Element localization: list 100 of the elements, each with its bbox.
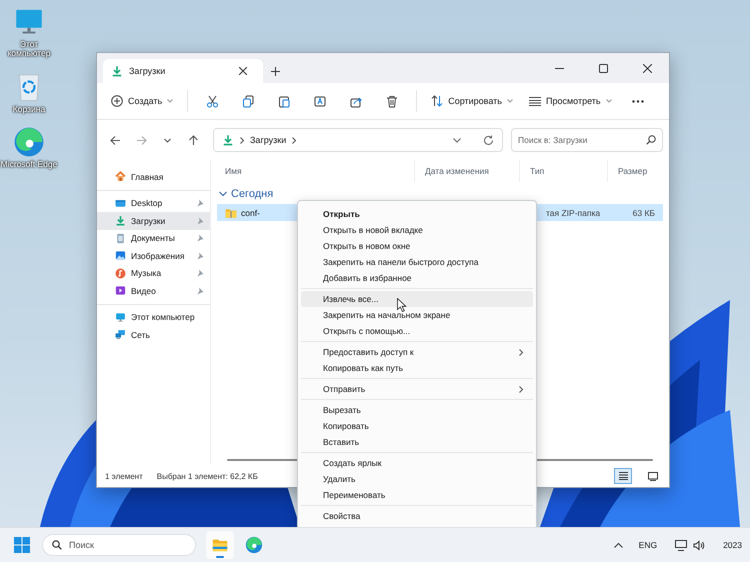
taskbar-app-button[interactable] bbox=[206, 531, 234, 559]
sort-icon bbox=[431, 95, 444, 107]
close-icon bbox=[239, 67, 247, 75]
plus-icon bbox=[270, 66, 280, 76]
network-icon bbox=[115, 329, 126, 340]
copy-icon bbox=[242, 94, 254, 108]
picture-icon bbox=[115, 250, 126, 262]
create-button[interactable]: Создать bbox=[105, 88, 180, 114]
column-header[interactable]: Имя bbox=[215, 160, 415, 182]
menu-item[interactable]: Копировать как путь bbox=[301, 360, 533, 376]
download-arrow-icon bbox=[111, 65, 123, 77]
music-note-icon bbox=[115, 268, 126, 279]
language-indicator[interactable]: ENG bbox=[638, 540, 658, 550]
window-tab[interactable]: Загрузки bbox=[103, 59, 263, 83]
chevron-right-icon bbox=[292, 136, 296, 144]
sidebar-item[interactable]: Этот компьютер bbox=[97, 308, 210, 326]
chevron-right-icon bbox=[240, 136, 244, 144]
video-icon bbox=[115, 285, 126, 296]
document-icon bbox=[115, 232, 126, 244]
sidebar-item[interactable]: Видео bbox=[97, 282, 210, 300]
search-icon bbox=[646, 135, 656, 145]
file-name: conf- bbox=[241, 208, 260, 218]
menu-item[interactable]: Открыть в новой вкладке bbox=[301, 222, 533, 238]
file-type: тая ZIP-папка bbox=[545, 208, 602, 218]
up-arrow-icon bbox=[188, 134, 198, 146]
item-count: 1 элемент bbox=[105, 472, 143, 480]
maximize-icon bbox=[598, 64, 608, 72]
sidebar-item[interactable]: Музыка bbox=[97, 264, 210, 282]
menu-item[interactable]: Вставить bbox=[301, 434, 533, 450]
zip-folder-icon bbox=[225, 206, 237, 218]
lines-icon bbox=[618, 472, 628, 480]
details-view-button[interactable] bbox=[615, 469, 631, 483]
swirl-browser-icon bbox=[245, 536, 263, 554]
trash-icon bbox=[386, 94, 398, 108]
menu-item[interactable]: Закрепить на панели быстрого доступа bbox=[301, 254, 533, 270]
sidebar-item[interactable]: Изображения bbox=[97, 247, 210, 264]
group-header[interactable]: Сегодня bbox=[231, 188, 274, 200]
refresh-icon bbox=[483, 134, 494, 146]
selection-info: Выбран 1 элемент: 62,2 КБ bbox=[156, 472, 258, 480]
network-icon[interactable] bbox=[675, 540, 688, 550]
monitor-icon bbox=[648, 472, 658, 480]
desktop-folder-icon bbox=[115, 198, 126, 209]
taskbar-search-field[interactable]: Поиск bbox=[42, 534, 196, 556]
tiles-view-button[interactable] bbox=[645, 469, 661, 483]
menu-item[interactable]: Удалить bbox=[301, 471, 533, 487]
desktop-icon-label: Microsoft Edge bbox=[0, 160, 58, 170]
lines-icon bbox=[528, 96, 541, 106]
download-arrow-icon bbox=[115, 215, 126, 226]
column-header[interactable]: Размер bbox=[608, 160, 665, 182]
speaker-icon[interactable] bbox=[693, 540, 706, 550]
menu-item[interactable]: Закрепить на начальном экране bbox=[301, 307, 533, 323]
menu-item[interactable]: Свойства bbox=[301, 508, 533, 524]
sidebar-item[interactable]: Главная bbox=[97, 168, 210, 186]
swirl-browser-icon[interactable] bbox=[13, 126, 45, 158]
share-icon bbox=[350, 94, 362, 108]
menu-item[interactable]: Открыть bbox=[301, 206, 533, 222]
menu-item[interactable]: Копировать bbox=[301, 418, 533, 434]
scissors-icon bbox=[206, 94, 218, 108]
menu-item[interactable]: Добавить в избранное bbox=[301, 270, 533, 286]
right-arrow-icon bbox=[136, 134, 146, 146]
sidebar-item[interactable]: Desktop bbox=[97, 194, 210, 212]
tab-label: Загрузки bbox=[129, 66, 166, 76]
search-icon bbox=[52, 540, 62, 550]
breadcrumb-item[interactable]: Загрузки bbox=[250, 135, 286, 145]
left-arrow-icon bbox=[110, 134, 120, 146]
windows-logo-icon bbox=[14, 537, 30, 553]
menu-item[interactable]: Переименовать bbox=[301, 487, 533, 503]
sidebar-item[interactable]: Загрузки bbox=[97, 212, 210, 230]
plus-circle-icon bbox=[111, 95, 123, 107]
view-button[interactable]: Просмотреть bbox=[522, 88, 618, 114]
caret-icon bbox=[167, 99, 174, 103]
chevron-down-icon[interactable] bbox=[219, 190, 227, 198]
chevron-up-icon bbox=[614, 542, 624, 548]
desktop-icon-label: Корзина bbox=[12, 104, 46, 114]
menu-item[interactable]: Предоставить доступ к bbox=[301, 344, 533, 360]
sidebar-item[interactable]: Сеть bbox=[97, 326, 210, 344]
menu-item[interactable]: Отправить bbox=[301, 381, 533, 397]
menu-item[interactable]: Извлечь все... bbox=[301, 291, 533, 307]
menu-item[interactable]: Создать ярлык bbox=[301, 455, 533, 471]
close-icon bbox=[642, 64, 652, 72]
column-header[interactable]: Дата изменения bbox=[415, 160, 520, 182]
more-icon bbox=[632, 100, 644, 102]
menu-item[interactable]: Вырезать bbox=[301, 402, 533, 418]
sort-button[interactable]: Сортировать bbox=[425, 88, 519, 114]
desktop-icon-label: Этот компьютер bbox=[6, 40, 52, 59]
search-field[interactable]: Поиск в: Загрузки bbox=[511, 128, 663, 152]
clock-year[interactable]: 2023 bbox=[723, 540, 742, 550]
monitor-icon bbox=[115, 312, 126, 323]
clipboard-icon bbox=[278, 94, 290, 108]
menu-item[interactable]: Открыть с помощью... bbox=[301, 323, 533, 339]
home-icon bbox=[115, 171, 126, 182]
chevron-down-icon bbox=[453, 138, 461, 142]
column-header[interactable]: Тип bbox=[520, 160, 608, 182]
download-arrow-icon bbox=[222, 134, 234, 146]
rename-icon bbox=[314, 94, 326, 108]
address-bar[interactable]: Загрузки bbox=[213, 128, 503, 152]
sidebar-item[interactable]: Документы bbox=[97, 230, 210, 247]
caret-icon bbox=[606, 99, 612, 103]
menu-item[interactable]: Открыть в новом окне bbox=[301, 238, 533, 254]
mouse-pointer-icon bbox=[397, 298, 407, 312]
